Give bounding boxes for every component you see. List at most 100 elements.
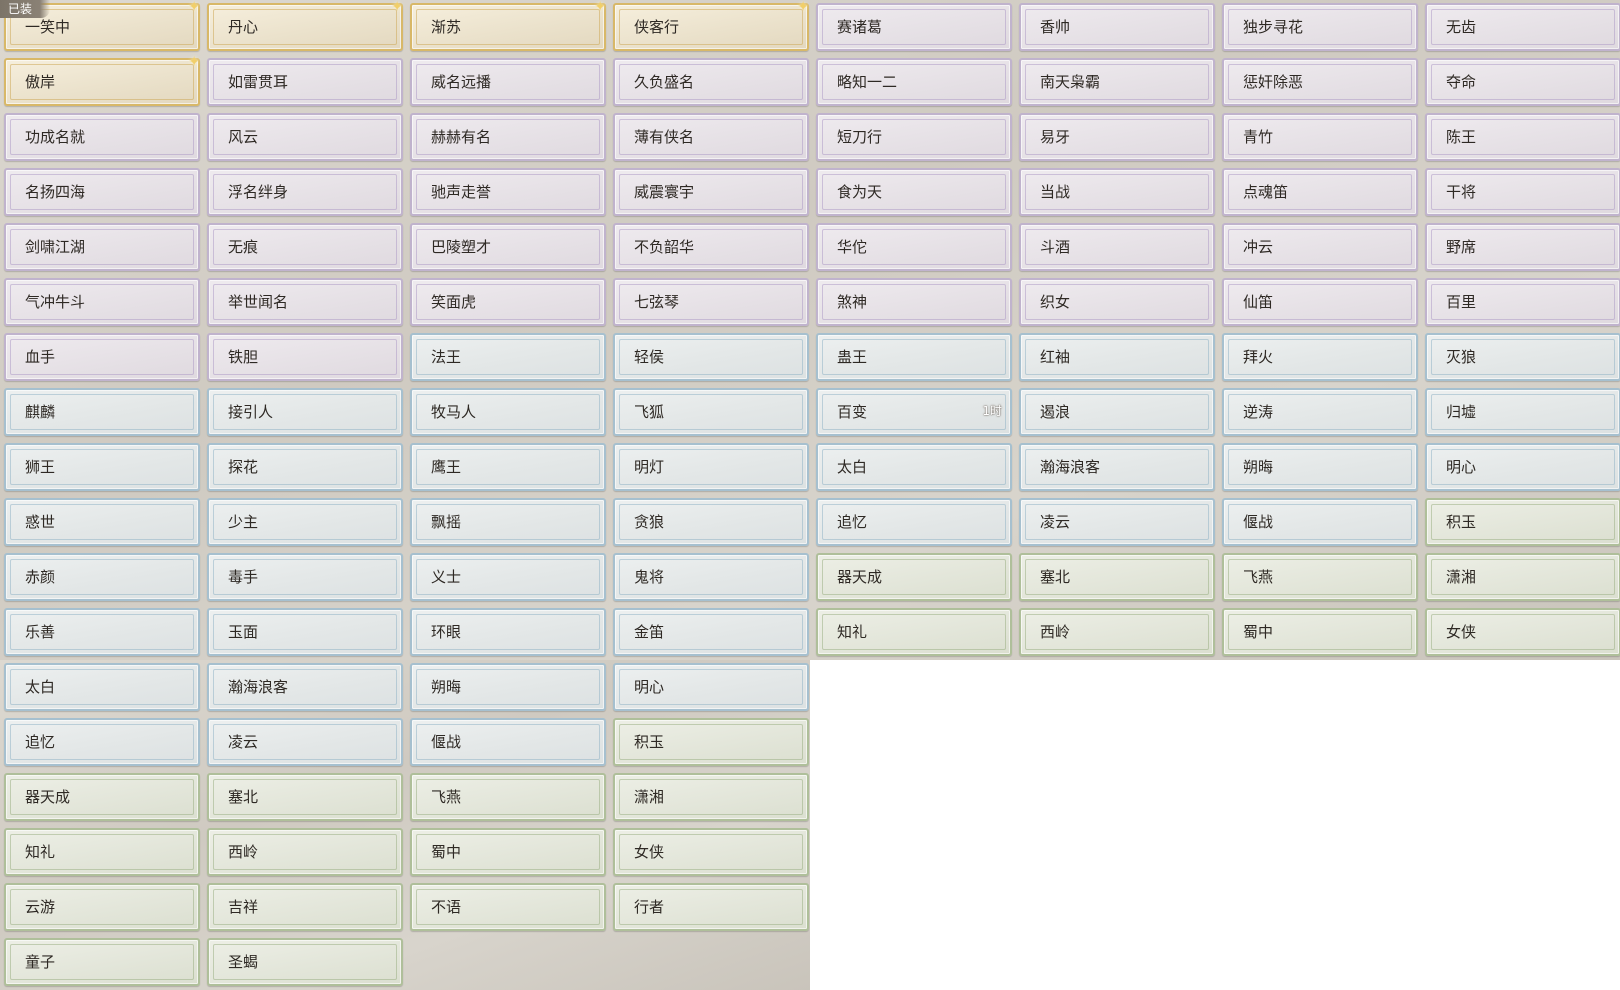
title-card[interactable]: 女侠	[1425, 608, 1620, 656]
title-card[interactable]: 追忆	[816, 498, 1012, 546]
title-card[interactable]: 探花	[207, 443, 403, 491]
title-card[interactable]: 积玉	[613, 718, 809, 766]
title-card[interactable]: 仙笛	[1222, 278, 1418, 326]
title-card[interactable]: 华佗	[816, 223, 1012, 271]
title-card[interactable]: 凌云	[207, 718, 403, 766]
title-card[interactable]: 易牙	[1019, 113, 1215, 161]
title-card[interactable]: 青竹	[1222, 113, 1418, 161]
title-card[interactable]: 斗酒	[1019, 223, 1215, 271]
title-card[interactable]: 略知一二	[816, 58, 1012, 106]
title-card[interactable]: 如雷贯耳	[207, 58, 403, 106]
title-card[interactable]: 器天成	[816, 553, 1012, 601]
title-card[interactable]: 瀚海浪客	[207, 663, 403, 711]
title-card[interactable]: 威震寰宇	[613, 168, 809, 216]
title-card[interactable]: 太白	[816, 443, 1012, 491]
title-card[interactable]: 少主	[207, 498, 403, 546]
title-card[interactable]: 风云	[207, 113, 403, 161]
title-card[interactable]: 偃战	[1222, 498, 1418, 546]
title-card[interactable]: 惑世	[4, 498, 200, 546]
title-card[interactable]: 凌云	[1019, 498, 1215, 546]
title-card[interactable]: 冲云	[1222, 223, 1418, 271]
title-card[interactable]: 七弦琴	[613, 278, 809, 326]
title-card[interactable]: 惩奸除恶	[1222, 58, 1418, 106]
title-card[interactable]: 鬼将	[613, 553, 809, 601]
title-card[interactable]: 偃战	[410, 718, 606, 766]
title-card[interactable]: 塞北	[1019, 553, 1215, 601]
title-card[interactable]: 久负盛名	[613, 58, 809, 106]
title-card[interactable]: 塞北	[207, 773, 403, 821]
title-card[interactable]: 明心	[1425, 443, 1620, 491]
title-card[interactable]: 归墟	[1425, 388, 1620, 436]
title-card[interactable]: 童子	[4, 938, 200, 986]
title-card[interactable]: 短刀行	[816, 113, 1012, 161]
title-card[interactable]: 名扬四海	[4, 168, 200, 216]
title-card[interactable]: 血手	[4, 333, 200, 381]
title-card[interactable]: 野席	[1425, 223, 1620, 271]
title-card[interactable]: 圣蝎	[207, 938, 403, 986]
title-card[interactable]: 接引人	[207, 388, 403, 436]
title-card[interactable]: 瀚海浪客	[1019, 443, 1215, 491]
title-card[interactable]: 陈王	[1425, 113, 1620, 161]
title-card[interactable]: 西岭	[1019, 608, 1215, 656]
title-card[interactable]: 赫赫有名	[410, 113, 606, 161]
title-card[interactable]: 侠客行 ✦	[613, 0, 809, 51]
title-card[interactable]: 西岭	[207, 828, 403, 876]
title-card[interactable]: 不语	[410, 883, 606, 931]
title-card[interactable]: 香帅	[1019, 3, 1215, 51]
title-card[interactable]: 拜火	[1222, 333, 1418, 381]
title-card[interactable]: 金笛	[613, 608, 809, 656]
title-card[interactable]: 红袖	[1019, 333, 1215, 381]
title-card[interactable]: 鹰王	[410, 443, 606, 491]
title-card[interactable]: 追忆	[4, 718, 200, 766]
title-card[interactable]: 法王	[410, 333, 606, 381]
title-card[interactable]: 蜀中	[410, 828, 606, 876]
title-card[interactable]: 乐善	[4, 608, 200, 656]
title-card[interactable]: 明灯	[613, 443, 809, 491]
title-card[interactable]: 飘摇	[410, 498, 606, 546]
title-card[interactable]: 独步寻花	[1222, 3, 1418, 51]
title-card[interactable]: 无痕	[207, 223, 403, 271]
title-card[interactable]: 轻侯	[613, 333, 809, 381]
title-card[interactable]: 知礼	[816, 608, 1012, 656]
title-card[interactable]: 飞燕	[1222, 553, 1418, 601]
title-card[interactable]: 逆涛	[1222, 388, 1418, 436]
title-card[interactable]: 积玉	[1425, 498, 1620, 546]
title-card[interactable]: 驰声走誉	[410, 168, 606, 216]
title-card[interactable]: 潇湘	[1425, 553, 1620, 601]
title-card[interactable]: 朔晦	[410, 663, 606, 711]
title-card[interactable]: 剑啸江湖	[4, 223, 200, 271]
title-card[interactable]: 义士	[410, 553, 606, 601]
title-card[interactable]: 当战	[1019, 168, 1215, 216]
title-card[interactable]: 薄有侠名	[613, 113, 809, 161]
title-card[interactable]: 不负韶华	[613, 223, 809, 271]
title-card[interactable]: 百变 1时	[816, 388, 1012, 436]
title-card[interactable]: 灭狼	[1425, 333, 1620, 381]
title-card[interactable]: 明心	[613, 663, 809, 711]
title-card[interactable]: 功成名就	[4, 113, 200, 161]
title-card[interactable]: 丹心 ✦	[207, 0, 403, 51]
title-card[interactable]: 毒手	[207, 553, 403, 601]
title-card[interactable]: 煞神	[816, 278, 1012, 326]
title-card[interactable]: 渐苏 ✦	[410, 0, 606, 51]
title-card[interactable]: 女侠	[613, 828, 809, 876]
title-card[interactable]: 百里	[1425, 278, 1620, 326]
title-card[interactable]: 气冲牛斗	[4, 278, 200, 326]
title-card[interactable]: 无齿	[1425, 3, 1620, 51]
title-card[interactable]: 干将	[1425, 168, 1620, 216]
title-card[interactable]: 太白	[4, 663, 200, 711]
title-card[interactable]: 环眼	[410, 608, 606, 656]
title-card[interactable]: 遏浪	[1019, 388, 1215, 436]
title-card[interactable]: 麒麟	[4, 388, 200, 436]
title-card[interactable]: 笑面虎	[410, 278, 606, 326]
title-card[interactable]: 举世闻名	[207, 278, 403, 326]
title-card[interactable]: 朔晦	[1222, 443, 1418, 491]
title-card[interactable]: 知礼	[4, 828, 200, 876]
title-card[interactable]: 巴陵塑才	[410, 223, 606, 271]
title-card[interactable]: 玉面	[207, 608, 403, 656]
title-card[interactable]: 吉祥	[207, 883, 403, 931]
title-card[interactable]: 飞狐	[613, 388, 809, 436]
title-card[interactable]: 浮名绊身	[207, 168, 403, 216]
title-card[interactable]: 狮王	[4, 443, 200, 491]
title-card[interactable]: 牧马人	[410, 388, 606, 436]
title-card[interactable]: 云游	[4, 883, 200, 931]
